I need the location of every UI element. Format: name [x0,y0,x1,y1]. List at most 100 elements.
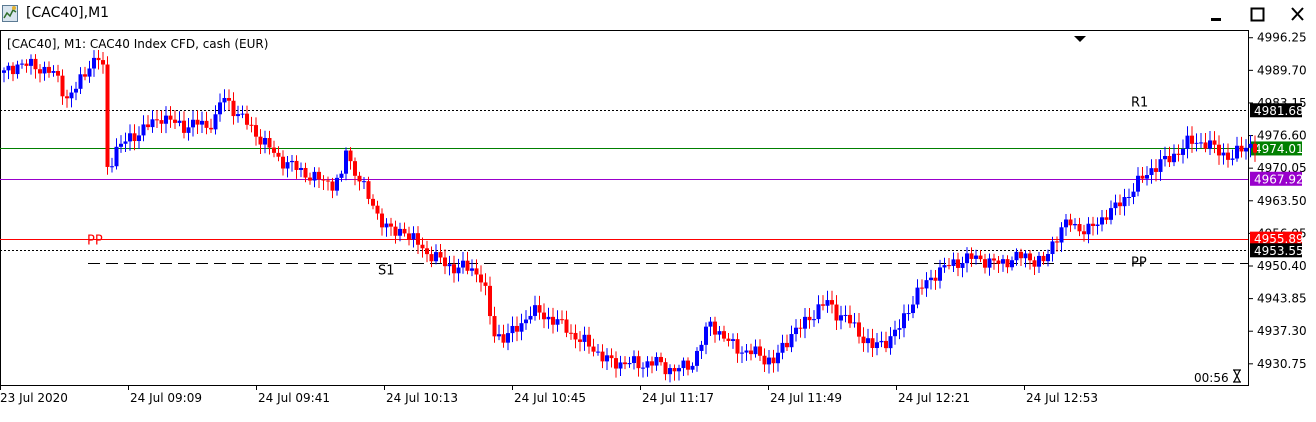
candle-body-220 [992,258,996,261]
candle-body-268 [1208,140,1212,149]
candle-body-150 [677,368,681,372]
candle-body-171 [771,357,776,364]
candle-body-26 [119,143,123,147]
candle-body-205 [924,280,929,289]
candle-body-102 [461,260,465,268]
candle-body-247 [1113,202,1118,209]
candle-body-25 [114,146,119,167]
candle-body-39 [177,120,182,123]
candle-body-178 [803,316,807,329]
candle-body-97 [438,252,443,258]
candle-body-124 [560,319,564,321]
candle-body-118 [533,305,537,316]
candle-body-112 [506,333,510,343]
candle-body-56 [254,125,258,137]
candle-body-93 [420,244,425,249]
candle-body-19 [87,68,92,77]
candle-body-108 [488,285,492,317]
candle-body-186 [839,315,843,321]
candle-body-270 [1217,144,1221,156]
candle-body-165 [744,350,749,353]
candle-body-219 [987,258,992,268]
candle-body-213 [960,263,965,268]
candle-body-88 [398,228,402,236]
candle-body-24 [110,166,114,168]
candle-body-266 [1199,142,1203,144]
candle-body-190 [857,322,861,337]
candle-body-203 [915,287,920,305]
candle-body-261 [1176,153,1181,155]
candle-body-240 [1082,231,1086,235]
level-label-r1-0: R1 [1131,95,1148,110]
candle-body-153 [690,365,695,370]
candle-body-96 [434,252,438,262]
candle-body-95 [429,254,434,262]
candle-body-127 [573,332,578,340]
candle-body-137 [618,362,623,369]
candle-body-31 [141,124,146,136]
candle-body-163 [735,339,740,354]
candle-body-235 [1059,227,1064,243]
candle-body-134 [605,355,609,362]
candle-body-94 [425,248,429,255]
chart-area[interactable]: R1 PP S1 PP 4996.25 4989.70 4983.15 4976.60 4970… [0,30,1316,422]
candle-body-18 [83,74,87,77]
candle-body-230 [1037,255,1041,267]
candle-body-226 [1019,251,1023,259]
candle-body-43 [195,119,200,125]
candle-body-215 [969,253,974,259]
candle-body-208 [938,267,942,281]
candle-body-71 [321,179,326,181]
candle-body-91 [411,233,416,240]
candle-body-3 [15,64,20,75]
candle-body-233 [1050,241,1055,255]
candle-body-212 [956,259,960,268]
maximize-button[interactable] [1244,3,1272,27]
candle-body-228 [1028,253,1032,261]
level-label-s1-2: S1 [378,264,395,279]
candle-body-274 [1235,145,1239,159]
candle-body-184 [830,300,834,305]
x-tick-label-6: 24 Jul 11:49 [770,391,842,405]
candle-body-170 [767,357,771,365]
price-chart[interactable]: R1PPS1PP4996.254989.704983.154976.604970… [0,30,1316,422]
y-tick-label-7: 4950.40 [1257,259,1307,273]
candle-body-58 [263,137,267,145]
candle-body-7 [33,58,38,70]
chart-header: [CAC40], M1: CAC40 Index CFD, cash (EUR) [7,37,269,51]
candle-body-85 [384,223,389,228]
candle-body-0 [2,70,6,73]
candle-body-41 [186,127,191,133]
candle-body-38 [173,119,177,123]
candle-body-161 [726,338,731,341]
y-tick-label-1: 4989.70 [1257,63,1307,77]
level-label-pp-1: PP [87,234,103,249]
candle-body-149 [672,368,677,372]
candle-body-160 [722,331,726,339]
candle-body-105 [474,268,479,275]
x-tick-label-4: 24 Jul 10:45 [514,391,586,405]
candle-body-255 [1149,168,1154,176]
candle-body-6 [29,58,33,66]
close-button[interactable] [1284,3,1312,27]
x-tick-label-7: 24 Jul 12:21 [898,391,970,405]
candle-body-174 [785,342,789,348]
candle-body-148 [668,368,672,375]
candle-body-74 [335,177,339,191]
candle-body-69 [312,171,317,181]
candle-body-62 [281,156,285,169]
candle-body-155 [699,344,704,351]
candle-body-273 [1230,158,1235,160]
candle-body-244 [1100,217,1104,225]
candle-body-204 [920,287,924,289]
candle-body-13 [60,75,65,97]
candle-body-251 [1131,191,1136,198]
minimize-button[interactable] [1203,3,1231,27]
candle-body-207 [933,277,938,281]
candle-body-162 [731,339,735,341]
candle-body-258 [1163,156,1167,160]
candle-body-145 [654,356,659,366]
candle-body-238 [1073,224,1077,226]
candle-body-246 [1109,208,1113,220]
candle-body-159 [717,331,722,335]
